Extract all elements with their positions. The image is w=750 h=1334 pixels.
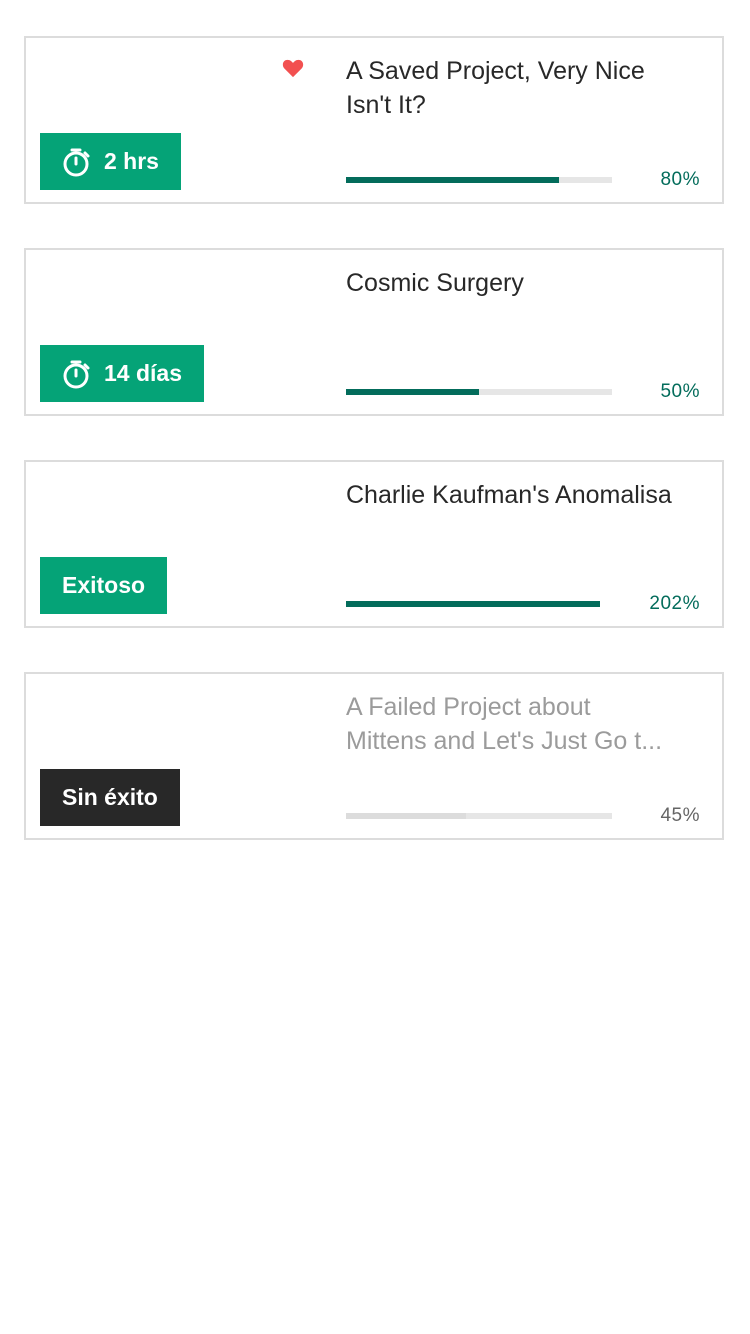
project-title[interactable]: A Failed Project about Mittens and Let's… <box>346 690 706 758</box>
project-title-line: A Failed Project about <box>346 693 591 721</box>
stopwatch-icon <box>63 360 90 388</box>
funding-percent: 50% <box>660 381 700 402</box>
funding-percent: 80% <box>660 169 700 190</box>
project-card[interactable]: Charlie Kaufman's Anomalisa Exitoso 202% <box>24 460 724 628</box>
funding-progress-bar <box>346 601 600 607</box>
badge-label: 2 hrs <box>104 148 159 174</box>
project-card[interactable]: Cosmic Surgery 14 días 50% <box>24 248 724 416</box>
funding-progress-fill <box>346 601 600 607</box>
status-badge-unsuccessful: Sin éxito <box>40 769 180 826</box>
project-title-line: Mittens and Let's Just Go t... <box>346 727 663 755</box>
badge-label: 14 días <box>104 360 182 386</box>
funding-progress-fill <box>346 177 559 183</box>
project-title[interactable]: A Saved Project, Very Nice Isn't It? <box>346 54 706 122</box>
funding-progress-bar <box>346 177 612 183</box>
project-card[interactable]: A Failed Project about Mittens and Let's… <box>24 672 724 840</box>
funding-percent: 202% <box>649 593 700 614</box>
project-title-line: Isn't It? <box>346 91 426 119</box>
funding-progress-fill <box>346 389 479 395</box>
project-title[interactable]: Charlie Kaufman's Anomalisa <box>346 478 706 512</box>
status-badge-successful: Exitoso <box>40 557 168 614</box>
project-card[interactable]: A Saved Project, Very Nice Isn't It? 2 h… <box>24 36 724 204</box>
funding-progress-bar <box>346 813 612 819</box>
funding-progress-bar <box>346 389 612 395</box>
funding-progress-fill <box>346 813 466 819</box>
badge-label: Sin éxito <box>62 784 158 810</box>
badge-label: Exitoso <box>62 572 146 598</box>
project-title-line: Charlie Kaufman's Anomalisa <box>346 481 672 509</box>
stopwatch-icon <box>63 148 90 176</box>
heart-icon[interactable] <box>282 58 304 78</box>
project-title-line: Cosmic Surgery <box>346 269 524 297</box>
funding-percent: 45% <box>660 805 700 826</box>
time-remaining-badge: 2 hrs <box>40 133 181 190</box>
project-title-line: A Saved Project, Very Nice <box>346 57 645 85</box>
project-title[interactable]: Cosmic Surgery <box>346 266 706 300</box>
time-remaining-badge: 14 días <box>40 345 204 402</box>
